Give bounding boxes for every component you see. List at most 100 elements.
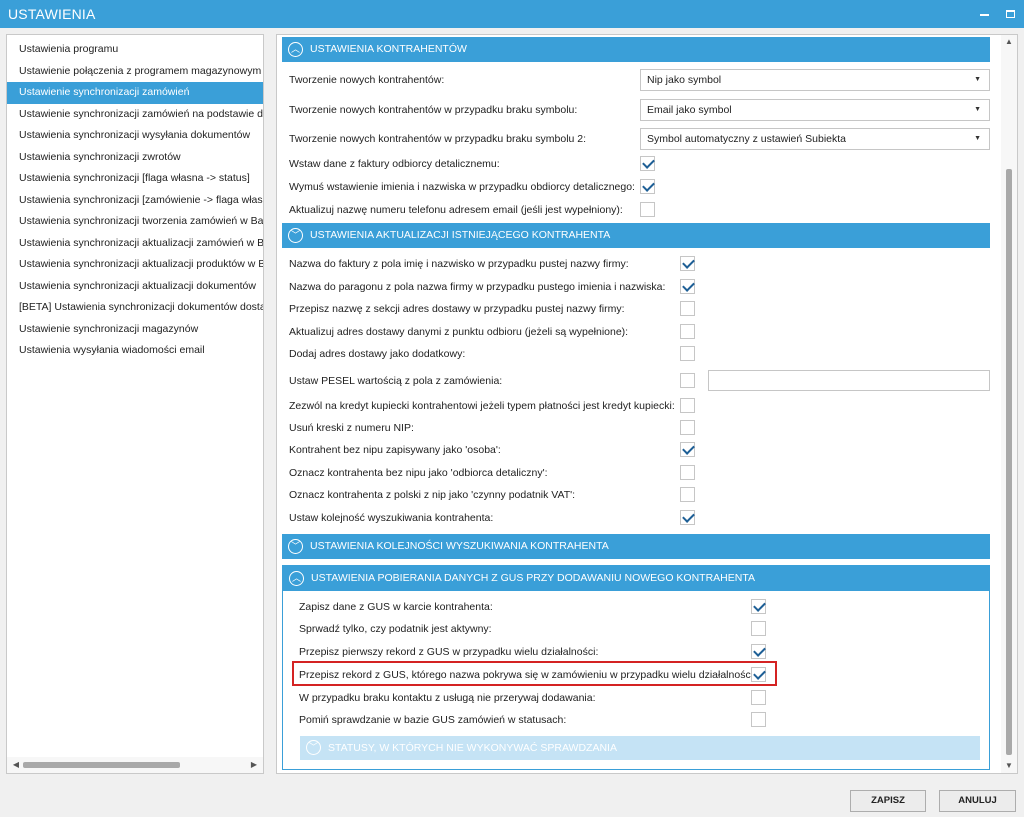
setting-row: Tworzenie nowych kontrahentów w przypadk… — [282, 99, 990, 121]
sidebar-item[interactable]: Ustawienie synchronizacji magazynów — [7, 319, 263, 341]
setting-checkbox[interactable] — [680, 442, 695, 457]
no-symbol-mode-2-select[interactable]: Symbol automatyczny z ustawień Subiekta … — [640, 128, 990, 150]
scroll-down-icon[interactable]: ▼ — [1001, 759, 1017, 773]
setting-checkbox[interactable] — [751, 621, 766, 636]
settings-nav-panel: Ustawienia programu Ustawienie połączenia… — [6, 34, 264, 774]
setting-checkbox[interactable] — [751, 690, 766, 705]
setting-label: Tworzenie nowych kontrahentów w przypadk… — [289, 104, 578, 116]
sidebar-item[interactable]: Ustawienia synchronizacji zwrotów — [7, 147, 263, 169]
setting-row: Aktualizuj adres dostawy danymi z punktu… — [282, 324, 990, 342]
sidebar-item[interactable]: Ustawienia synchronizacji aktualizacji p… — [7, 254, 263, 276]
setting-label: Oznacz kontrahenta bez nipu jako 'odbior… — [289, 467, 548, 479]
expand-icon: ﹀ — [306, 740, 321, 755]
content-vertical-scrollbar[interactable]: ▲ ▼ — [1001, 35, 1017, 773]
section-header-aktualizacja[interactable]: ﹀ USTAWIENIA AKTUALIZACJI ISTNIEJĄCEGO K… — [282, 223, 990, 248]
section-header-kontrahenci[interactable]: ︿ USTAWIENIA KONTRAHENTÓW — [282, 37, 990, 62]
minimize-icon — [980, 14, 989, 16]
setting-label: Wstaw dane z faktury odbiorcy detaliczne… — [289, 158, 500, 170]
setting-checkbox[interactable] — [680, 346, 695, 361]
content-scroll-thumb[interactable] — [1006, 169, 1012, 755]
cancel-button[interactable]: ANULUJ — [939, 790, 1016, 812]
setting-checkbox[interactable] — [751, 644, 766, 659]
sidebar-item[interactable]: Ustawienia wysyłania wiadomości email — [7, 340, 263, 362]
section-header-gus[interactable]: ︿ USTAWIENIA POBIERANIA DANYCH Z GUS PRZ… — [283, 566, 989, 591]
setting-checkbox[interactable] — [680, 398, 695, 413]
chevron-down-icon: ▼ — [974, 76, 981, 83]
subsection-title: STATUSY, W KTÓRYCH NIE WYKONYWAĆ SPRAWDZ… — [328, 742, 617, 754]
setting-checkbox[interactable] — [680, 465, 695, 480]
sidebar-item[interactable]: Ustawienie synchronizacji zamówień na po… — [7, 104, 263, 126]
setting-label: Sprwadź tylko, czy podatnik jest aktywny… — [299, 623, 492, 635]
sidebar-item[interactable]: Ustawienia synchronizacji [flaga własna … — [7, 168, 263, 190]
setting-checkbox[interactable] — [680, 301, 695, 316]
window-title: USTAWIENIA — [8, 6, 96, 22]
setting-row: Sprwadź tylko, czy podatnik jest aktywny… — [283, 621, 989, 639]
setting-row: Tworzenie nowych kontrahentów w przypadk… — [282, 128, 990, 150]
setting-row: Kontrahent bez nipu zapisywany jako 'oso… — [282, 442, 990, 460]
setting-row: Przepisz pierwszy rekord z GUS w przypad… — [283, 644, 989, 662]
setting-checkbox[interactable] — [640, 179, 655, 194]
setting-checkbox[interactable] — [680, 510, 695, 525]
setting-row: Tworzenie nowych kontrahentów: Nip jako … — [282, 69, 990, 91]
setting-checkbox[interactable] — [640, 202, 655, 217]
subsection-header-statusy[interactable]: ﹀ STATUSY, W KTÓRYCH NIE WYKONYWAĆ SPRAW… — [300, 736, 980, 760]
sidebar-item[interactable]: Ustawienia synchronizacji aktualizacji d… — [7, 276, 263, 298]
collapse-icon: ﹀ — [288, 228, 303, 243]
minimize-button[interactable] — [977, 5, 993, 21]
setting-label: Pomiń sprawdzanie w bazie GUS zamówień w… — [299, 714, 567, 726]
setting-checkbox[interactable] — [680, 279, 695, 294]
section-kontrahenci: ︿ USTAWIENIA KONTRAHENTÓW Tworzenie nowy… — [282, 37, 990, 219]
collapse-icon: ︿ — [288, 42, 303, 57]
setting-checkbox[interactable] — [680, 420, 695, 435]
setting-label: Ustaw kolejność wyszukiwania kontrahenta… — [289, 512, 494, 524]
maximize-icon — [1006, 10, 1015, 18]
setting-row: Aktualizuj nazwę numeru telefonu adresem… — [282, 202, 990, 220]
setting-label: Przepisz nazwę z sekcji adres dostawy w … — [289, 303, 625, 315]
setting-label: Dodaj adres dostawy jako dodatkowy: — [289, 348, 466, 360]
no-symbol-mode-select[interactable]: Email jako symbol ▼ — [640, 99, 990, 121]
highlight-box — [292, 661, 777, 686]
section-title: USTAWIENIA POBIERANIA DANYCH Z GUS PRZY … — [311, 572, 755, 584]
expand-icon: ﹀ — [288, 539, 303, 554]
sidebar-item[interactable]: Ustawienie połączenia z programem magazy… — [7, 61, 263, 83]
nav-horizontal-scrollbar[interactable]: ◀ ▶ — [7, 757, 263, 773]
section-aktualizacja: ﹀ USTAWIENIA AKTUALIZACJI ISTNIEJĄCEGO K… — [282, 223, 990, 533]
setting-label: Aktualizuj nazwę numeru telefonu adresem… — [289, 204, 623, 216]
pesel-field-input[interactable] — [708, 370, 990, 391]
setting-checkbox[interactable] — [680, 373, 695, 388]
setting-checkbox[interactable] — [751, 712, 766, 727]
chevron-down-icon: ▼ — [974, 135, 981, 142]
select-value: Symbol automatyczny z ustawień Subiekta — [647, 133, 847, 145]
setting-checkbox[interactable] — [640, 156, 655, 171]
settings-content-panel: ︿ USTAWIENIA KONTRAHENTÓW Tworzenie nowy… — [276, 34, 1018, 774]
sidebar-item[interactable]: Ustawienie synchronizacji zamówień — [7, 82, 263, 104]
select-value: Email jako symbol — [647, 104, 732, 116]
setting-label: Kontrahent bez nipu zapisywany jako 'oso… — [289, 444, 501, 456]
new-contractor-mode-select[interactable]: Nip jako symbol ▼ — [640, 69, 990, 91]
sidebar-item[interactable]: Ustawienia synchronizacji tworzenia zamó… — [7, 211, 263, 233]
section-gus: ︿ USTAWIENIA POBIERANIA DANYCH Z GUS PRZ… — [282, 565, 990, 770]
setting-checkbox[interactable] — [680, 324, 695, 339]
setting-checkbox[interactable] — [680, 256, 695, 271]
section-header-kolejnosc[interactable]: ﹀ USTAWIENIA KOLEJNOŚCI WYSZUKIWANIA KON… — [282, 534, 990, 559]
setting-checkbox[interactable] — [680, 487, 695, 502]
setting-row: Dodaj adres dostawy jako dodatkowy: — [282, 346, 990, 364]
setting-label: Nazwa do faktury z pola imię i nazwisko … — [289, 258, 629, 270]
sidebar-item[interactable]: Ustawienia synchronizacji wysyłania doku… — [7, 125, 263, 147]
sidebar-item[interactable]: [BETA] Ustawienia synchronizacji dokumen… — [7, 297, 263, 319]
sidebar-item[interactable]: Ustawienia synchronizacji aktualizacji z… — [7, 233, 263, 255]
setting-row: Zapisz dane z GUS w karcie kontrahenta: — [283, 599, 989, 617]
nav-scroll-thumb[interactable] — [23, 762, 180, 768]
setting-label: Tworzenie nowych kontrahentów w przypadk… — [289, 133, 587, 145]
setting-checkbox[interactable] — [751, 599, 766, 614]
setting-row: W przypadku braku kontaktu z usługą nie … — [283, 690, 989, 708]
scroll-up-icon[interactable]: ▲ — [1001, 35, 1017, 49]
save-button[interactable]: ZAPISZ — [850, 790, 926, 812]
scroll-right-icon[interactable]: ▶ — [247, 757, 261, 773]
sidebar-item[interactable]: Ustawienia synchronizacji [zamówienie ->… — [7, 190, 263, 212]
scroll-left-icon[interactable]: ◀ — [9, 757, 23, 773]
sidebar-item[interactable]: Ustawienia programu — [7, 39, 263, 61]
maximize-button[interactable] — [1003, 5, 1019, 21]
setting-label: Usuń kreski z numeru NIP: — [289, 422, 414, 434]
setting-label: Tworzenie nowych kontrahentów: — [289, 74, 445, 86]
